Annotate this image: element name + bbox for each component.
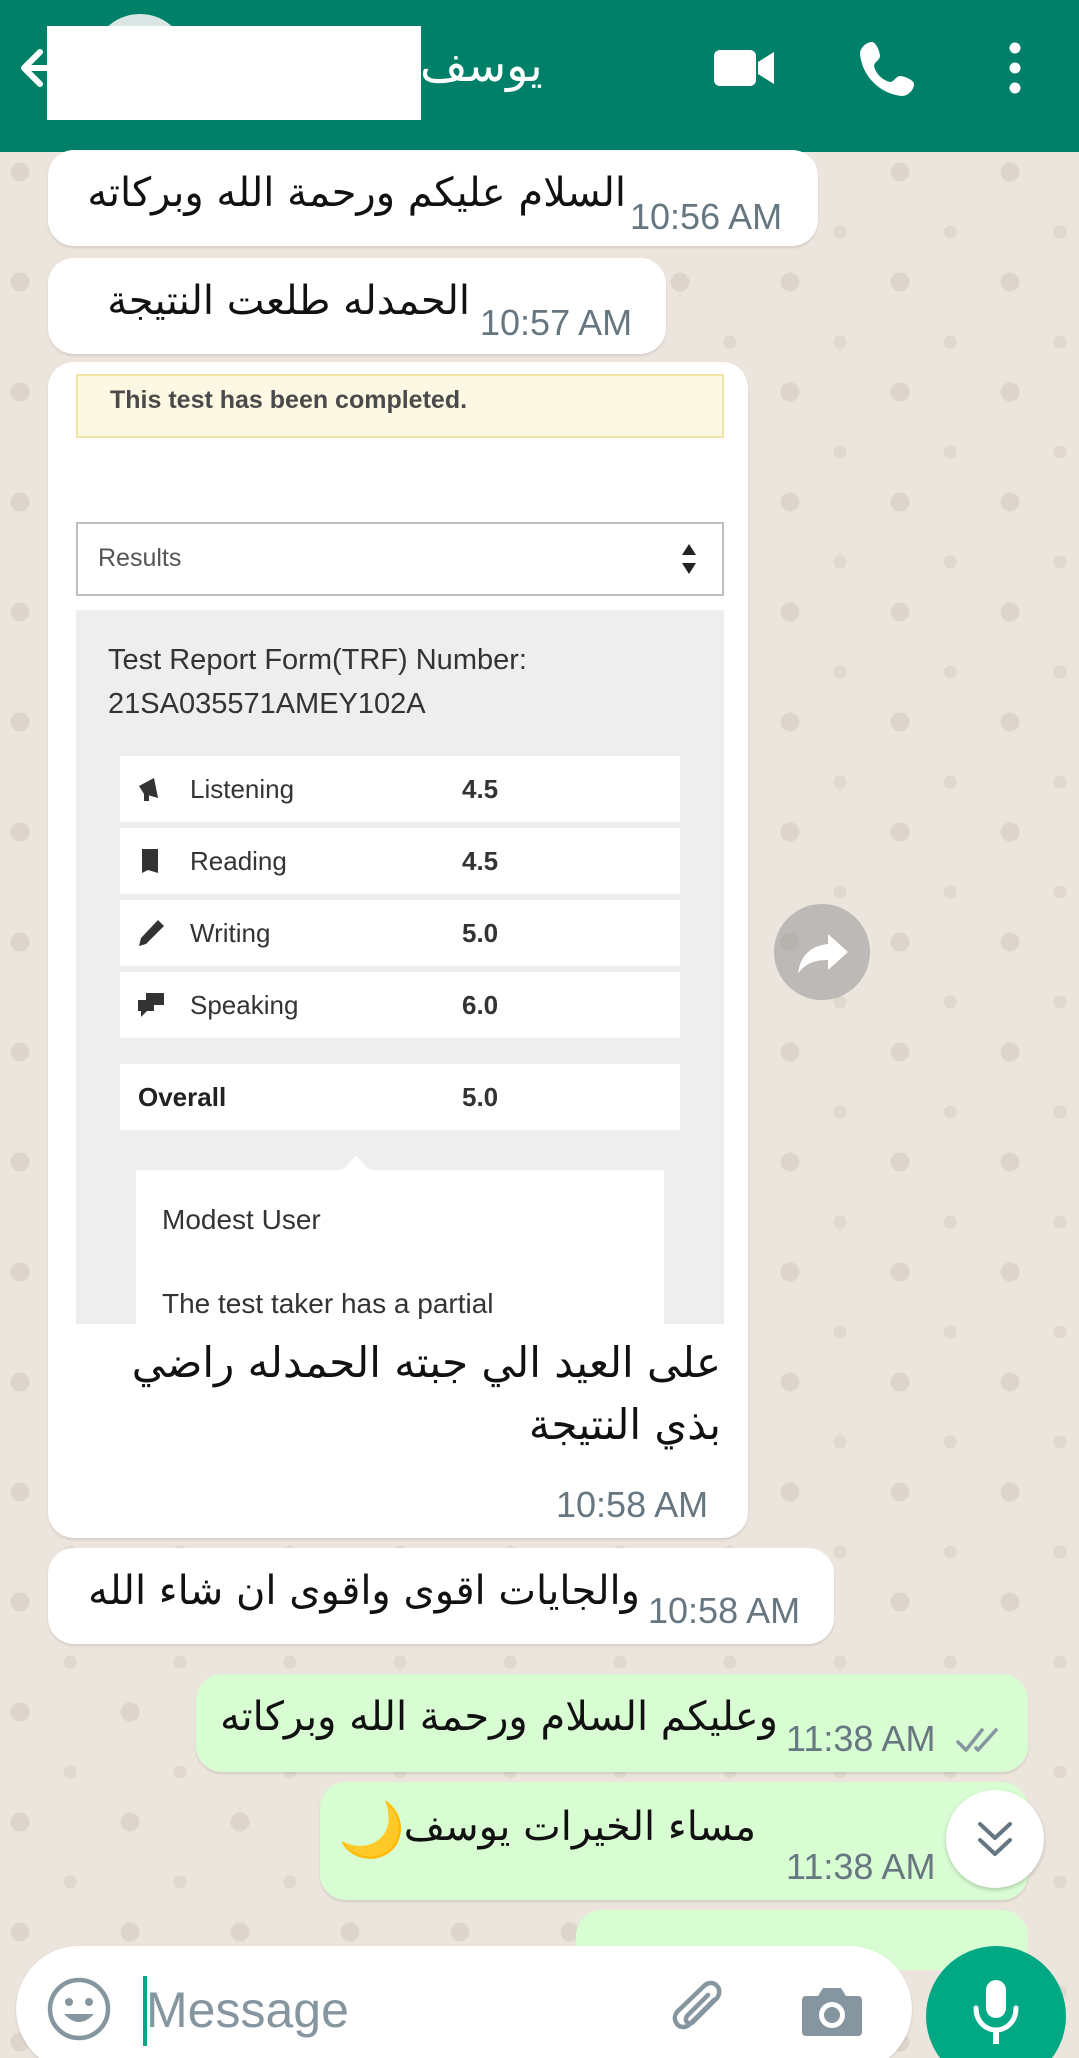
score-value: 4.5 [462,774,499,804]
band-title: Modest User [162,1204,321,1235]
trf-label: Test Report Form(TRF) Number: [108,644,527,676]
more-options-icon[interactable] [995,38,1035,98]
message-text: الحمدله طلعت النتيجة [107,278,470,324]
video-call-icon[interactable] [712,38,776,98]
score-row-speaking: Speaking 6.0 [120,972,680,1038]
double-chevron-down-icon [978,1822,1012,1856]
scroll-to-bottom-button[interactable] [946,1790,1044,1888]
message-time: 10:56 AM [630,196,783,237]
megaphone-icon [139,778,158,801]
results-select: Results [76,522,724,596]
image-caption-line1: على العيد الي جبته الحمدله راضي [131,1338,721,1387]
score-label: Writing [190,918,271,948]
test-result-image[interactable]: This test has been completed. Results Te… [76,374,724,1324]
voice-call-icon[interactable] [858,38,918,98]
attach-icon[interactable] [668,1978,734,2044]
message-text: وعليكم السلام ورحمة الله وبركاته [220,1694,778,1740]
microphone-icon [973,1980,1019,2044]
message-text: والجايات اقوى واقوى ان شاء الله [88,1568,640,1614]
score-label: Speaking [190,990,299,1020]
speech-bubbles-icon [138,993,164,1017]
contact-name[interactable]: يوسف [420,38,543,92]
emoji-icon[interactable] [46,1976,112,2042]
score-value: 5.0 [462,918,499,948]
forward-button[interactable] [774,904,870,1000]
incoming-message[interactable]: والجايات اقوى واقوى ان شاء الله 10:58 AM [48,1548,834,1644]
message-time: 11:38 AM [786,1846,936,1887]
alert-text: This test has been completed. [110,386,468,414]
score-row-overall: Overall 5.0 [120,1064,680,1130]
overall-value: 5.0 [462,1082,499,1112]
select-arrows-icon [682,544,696,574]
message-time: 10:58 AM [556,1484,709,1525]
message-composer [16,1946,912,2058]
read-receipt-icon [956,1728,998,1752]
select-value: Results [98,544,182,572]
book-icon [142,849,158,873]
completion-alert: This test has been completed. [76,374,724,438]
crescent-moon-emoji: 🌙 [338,1798,406,1861]
score-label: Reading [190,846,287,876]
message-time: 10:58 AM [648,1590,801,1631]
incoming-message[interactable]: الحمدله طلعت النتيجة 10:57 AM [48,258,666,354]
score-row-writing: Writing 5.0 [120,900,680,966]
score-value: 4.5 [462,846,499,876]
trf-number: 21SA035571AMEY102A [108,688,426,720]
camera-icon[interactable] [800,1982,864,2040]
message-input[interactable] [146,1970,666,2050]
incoming-message[interactable]: السلام عليكم ورحمة الله وبركاته 10:56 AM [48,150,818,246]
message-text: السلام عليكم ورحمة الله وبركاته [87,170,626,216]
outgoing-message[interactable]: وعليكم السلام ورحمة الله وبركاته 11:38 A… [196,1674,1028,1772]
score-value: 6.0 [462,990,499,1020]
image-caption-line2: بذي النتيجة [528,1400,721,1449]
overall-label: Overall [138,1082,227,1112]
forward-icon [798,934,848,974]
score-label: Listening [190,774,295,804]
chat-header: يوسف [0,0,1079,152]
score-row-reading: Reading 4.5 [120,828,680,894]
results-panel: Test Report Form(TRF) Number: 21SA035571… [76,610,724,1324]
band-description: Modest User The test taker has a partial [136,1170,664,1324]
redacted-area [47,26,421,120]
pencil-icon [139,920,164,946]
band-text: The test taker has a partial [162,1288,494,1319]
score-row-listening: Listening 4.5 [120,756,680,822]
message-time: 10:57 AM [480,302,633,343]
outgoing-message[interactable]: مساء الخيرات يوسف 🌙 11:38 AM [320,1782,1028,1900]
message-time: 11:38 AM [786,1718,936,1759]
message-text: مساء الخيرات يوسف [403,1804,756,1850]
